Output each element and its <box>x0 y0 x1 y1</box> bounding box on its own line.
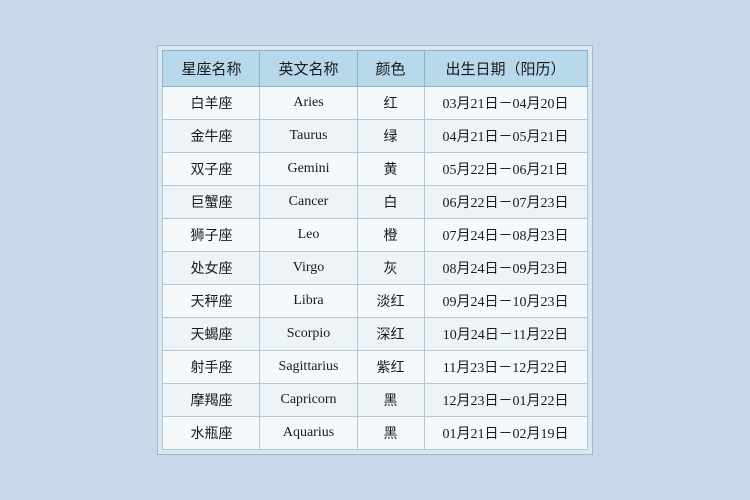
table-row: 处女座Virgo灰08月24日－09月23日 <box>163 252 587 285</box>
cell-color: 灰 <box>357 252 424 285</box>
cell-color: 深红 <box>357 318 424 351</box>
cell-chinese-name: 金牛座 <box>163 120 260 153</box>
cell-dates: 03月21日－04月20日 <box>424 87 587 120</box>
table-row: 白羊座Aries红03月21日－04月20日 <box>163 87 587 120</box>
cell-dates: 11月23日－12月22日 <box>424 351 587 384</box>
cell-color: 淡红 <box>357 285 424 318</box>
zodiac-table: 星座名称 英文名称 颜色 出生日期（阳历） 白羊座Aries红03月21日－04… <box>162 50 587 450</box>
cell-chinese-name: 摩羯座 <box>163 384 260 417</box>
cell-dates: 01月21日－02月19日 <box>424 417 587 450</box>
table-row: 天蝎座Scorpio深红10月24日－11月22日 <box>163 318 587 351</box>
cell-color: 紫红 <box>357 351 424 384</box>
table-row: 摩羯座Capricorn黑12月23日－01月22日 <box>163 384 587 417</box>
cell-dates: 09月24日－10月23日 <box>424 285 587 318</box>
table-row: 水瓶座Aquarius黑01月21日－02月19日 <box>163 417 587 450</box>
cell-color: 黄 <box>357 153 424 186</box>
table-row: 射手座Sagittarius紫红11月23日－12月22日 <box>163 351 587 384</box>
cell-color: 黑 <box>357 384 424 417</box>
cell-chinese-name: 狮子座 <box>163 219 260 252</box>
cell-dates: 04月21日－05月21日 <box>424 120 587 153</box>
table-header-row: 星座名称 英文名称 颜色 出生日期（阳历） <box>163 51 587 87</box>
cell-chinese-name: 水瓶座 <box>163 417 260 450</box>
cell-color: 绿 <box>357 120 424 153</box>
cell-english-name: Libra <box>260 285 357 318</box>
cell-english-name: Gemini <box>260 153 357 186</box>
cell-chinese-name: 天蝎座 <box>163 318 260 351</box>
cell-english-name: Sagittarius <box>260 351 357 384</box>
cell-chinese-name: 天秤座 <box>163 285 260 318</box>
cell-dates: 05月22日－06月21日 <box>424 153 587 186</box>
zodiac-table-container: 星座名称 英文名称 颜色 出生日期（阳历） 白羊座Aries红03月21日－04… <box>157 45 592 455</box>
cell-english-name: Scorpio <box>260 318 357 351</box>
cell-english-name: Aquarius <box>260 417 357 450</box>
cell-chinese-name: 白羊座 <box>163 87 260 120</box>
table-row: 双子座Gemini黄05月22日－06月21日 <box>163 153 587 186</box>
table-row: 巨蟹座Cancer白06月22日－07月23日 <box>163 186 587 219</box>
cell-dates: 08月24日－09月23日 <box>424 252 587 285</box>
header-color: 颜色 <box>357 51 424 87</box>
table-row: 天秤座Libra淡红09月24日－10月23日 <box>163 285 587 318</box>
header-chinese-name: 星座名称 <box>163 51 260 87</box>
cell-english-name: Aries <box>260 87 357 120</box>
table-row: 金牛座Taurus绿04月21日－05月21日 <box>163 120 587 153</box>
cell-english-name: Taurus <box>260 120 357 153</box>
header-english-name: 英文名称 <box>260 51 357 87</box>
cell-color: 红 <box>357 87 424 120</box>
cell-color: 黑 <box>357 417 424 450</box>
cell-color: 橙 <box>357 219 424 252</box>
cell-dates: 12月23日－01月22日 <box>424 384 587 417</box>
cell-english-name: Cancer <box>260 186 357 219</box>
cell-dates: 06月22日－07月23日 <box>424 186 587 219</box>
cell-color: 白 <box>357 186 424 219</box>
cell-chinese-name: 巨蟹座 <box>163 186 260 219</box>
cell-chinese-name: 处女座 <box>163 252 260 285</box>
header-dates: 出生日期（阳历） <box>424 51 587 87</box>
cell-dates: 10月24日－11月22日 <box>424 318 587 351</box>
cell-dates: 07月24日－08月23日 <box>424 219 587 252</box>
cell-english-name: Capricorn <box>260 384 357 417</box>
cell-chinese-name: 双子座 <box>163 153 260 186</box>
cell-chinese-name: 射手座 <box>163 351 260 384</box>
cell-english-name: Virgo <box>260 252 357 285</box>
cell-english-name: Leo <box>260 219 357 252</box>
table-row: 狮子座Leo橙07月24日－08月23日 <box>163 219 587 252</box>
